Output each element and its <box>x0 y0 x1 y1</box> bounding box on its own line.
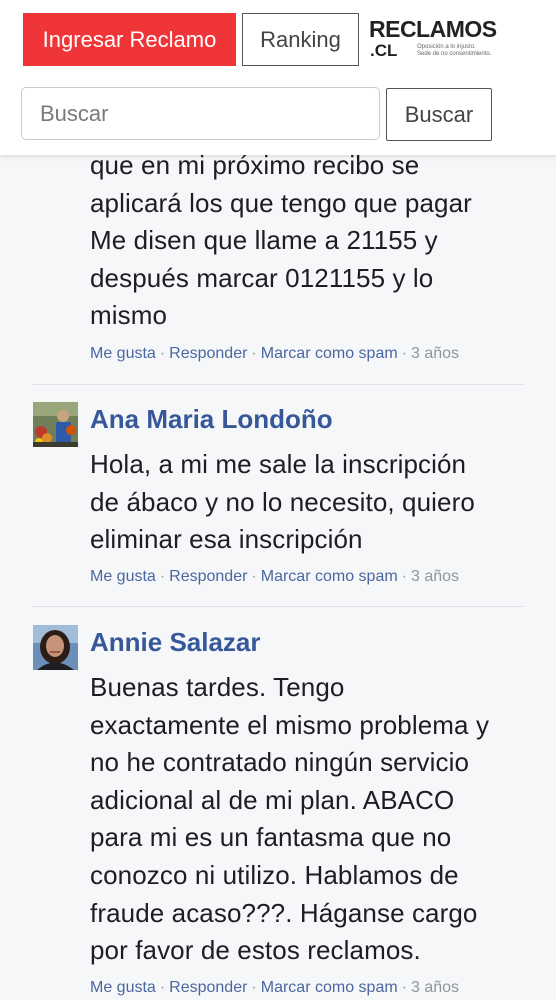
comment-line: conozco ni utilizo. Hablamos de <box>90 859 459 890</box>
comment-author[interactable]: Ana Maria Londoño <box>90 404 333 435</box>
separator: · <box>159 568 166 585</box>
comment-actions: Me gusta · Responder · Marcar como spam · 3 añ… <box>90 345 459 363</box>
reply-link[interactable]: Responder <box>169 345 247 362</box>
top-bar: Ingresar Reclamo Ranking RECLAMOS .CL Op… <box>0 0 556 155</box>
ingresar-reclamo-button[interactable]: Ingresar Reclamo <box>23 13 236 66</box>
logo-suffix: .CL <box>370 41 398 60</box>
comment-line: no he contratado ningún servicio <box>90 747 470 778</box>
timestamp[interactable]: 3 años <box>411 568 459 585</box>
comment-line: exactamente el mismo problema y <box>90 709 490 740</box>
logo-tagline: Oposición a lo injusto. Sede de no conse… <box>417 44 492 58</box>
comment-line: Hola, a mi me sale la inscripción <box>90 449 467 479</box>
logo-tagline-line-2: Sede de no consentimiento. <box>417 51 492 57</box>
separator: · <box>159 979 166 996</box>
comment-text: Hola, a mi me sale la inscripción de ába… <box>90 446 530 559</box>
separator: · <box>401 979 407 996</box>
avatar[interactable] <box>33 402 78 447</box>
avatar[interactable] <box>33 625 78 670</box>
comment-line: después marcar 0121155 y lo <box>90 262 434 293</box>
mark-spam-link[interactable]: Marcar como spam <box>261 979 398 996</box>
search-input[interactable] <box>21 87 380 140</box>
comment-line: Me disen que llame a 21155 y <box>90 225 438 256</box>
comment-text: que en mi próximo recibo se aplicará los… <box>90 147 530 335</box>
comment-line: de ábaco y no lo necesito, quiero <box>90 486 475 517</box>
timestamp[interactable]: 3 años <box>411 345 459 362</box>
ranking-button[interactable]: Ranking <box>242 13 359 66</box>
comment-line: por favor de estos reclamos. <box>90 935 421 966</box>
like-link[interactable]: Me gusta <box>90 345 156 362</box>
comment-actions: Me gusta · Responder · Marcar como spam · 3 añ… <box>90 979 459 997</box>
like-link[interactable]: Me gusta <box>90 979 156 996</box>
mark-spam-link[interactable]: Marcar como spam <box>261 568 398 585</box>
comment-line: eliminar esa inscripción <box>90 524 363 555</box>
separator: · <box>251 568 257 585</box>
timestamp[interactable]: 3 años <box>411 979 459 996</box>
comment-line: aplicará los que tengo que pagar <box>90 187 472 218</box>
comment-author[interactable]: Annie Salazar <box>90 627 261 658</box>
reply-link[interactable]: Responder <box>169 979 247 996</box>
comment-divider <box>32 384 524 385</box>
comment-line: Buenas tardes. Tengo <box>90 672 345 702</box>
comment-line: fraude acaso???. Háganse cargo <box>90 897 478 928</box>
comment-text: Buenas tardes. Tengo exactamente el mism… <box>90 669 530 970</box>
search-button[interactable]: Buscar <box>386 88 492 141</box>
separator: · <box>401 345 407 362</box>
like-link[interactable]: Me gusta <box>90 568 156 585</box>
reply-link[interactable]: Responder <box>169 568 247 585</box>
logo-tagline-line-1: Oposición a lo injusto. <box>417 44 476 50</box>
comment-actions: Me gusta · Responder · Marcar como spam · 3 añ… <box>90 568 459 586</box>
mark-spam-link[interactable]: Marcar como spam <box>261 345 398 362</box>
comment-divider <box>32 606 524 607</box>
comment-line: para mi es un fantasma que no <box>90 822 452 853</box>
logo-name: RECLAMOS <box>369 16 497 42</box>
comment-line: adicional al de mi plan. ABACO <box>90 784 455 815</box>
separator: · <box>159 345 166 362</box>
site-logo[interactable]: RECLAMOS .CL Oposición a lo injusto. Sed… <box>369 16 497 64</box>
separator: · <box>251 979 257 996</box>
separator: · <box>251 345 257 362</box>
comment-line: mismo <box>90 300 168 331</box>
separator: · <box>401 568 407 585</box>
